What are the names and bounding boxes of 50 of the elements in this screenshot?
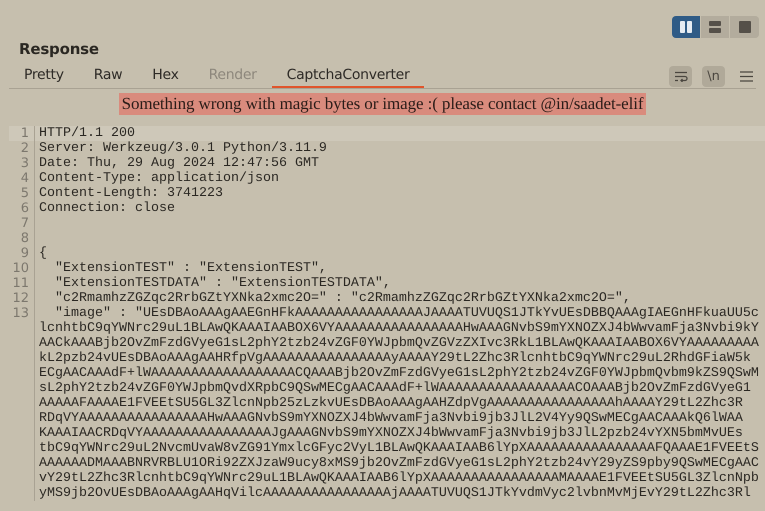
layout-rows-icon	[709, 21, 721, 33]
code-line: HTTP/1.1 200	[39, 126, 135, 141]
wrap-icon	[674, 70, 688, 82]
code-line: ECgAACAAAdF+lWAAAAAAAAAAAAAAAAAACQAAABjb2OvZmFzdGVyeG1sL2phY2tzb24vZGF0YWJpbmQvbm9kZS9QSwM	[39, 366, 759, 381]
code-line: RDqVYAAAAAAAAAAAAAAAAHwAAAGNvbS9mYXNOZXJ4bWwvamFja3Nvbi9jb3JlL2V4Yy9QSwMECgAACAAAkQ6lWAA	[39, 411, 743, 426]
code-line: "ExtensionTEST" : "ExtensionTEST",	[54, 261, 327, 276]
code-line: lcnhtbC9qYWNrc29uL1BLAwQKAAAIAABOX6VYAAAAAAAAAAAAAAAAHwAAAGNvbS9mYXNOZXJ4bWwvamFja3Nvbi9kY	[39, 321, 759, 336]
code-line: AAAAAADMAAABNRVRBLU1ORi92ZXJzaW9ucy8xMS9jb2OvZmFzdGVyeG1sL2phY2tzb24vY29yZS9pby9QSwMECgAAC	[39, 456, 759, 471]
code-line: Connection: close	[39, 201, 175, 216]
layout-single-icon	[738, 21, 750, 33]
tab[interactable]: Pretty	[9, 64, 79, 88]
line-number: 1	[20, 126, 29, 141]
line-number: 4	[20, 171, 29, 186]
code-line: kL2pzb24vUEsDBAoAAAgAAHRfpVgAAAAAAAAAAAAAAAAyAAAAY29tL2Zhc3RlcnhtbC9qYWNrc29uL2RhdGFiaW5k	[39, 351, 751, 366]
code-line: yMS9jb2OvUEsDBAoAAAgAAHqVilcAAAAAAAAAAAAAAAAjAAAATUVUQS1JTkYvdmVyc2lvbnMvMjEvY29tL2Zhc3Rl	[39, 486, 751, 501]
code-line: Date: Thu, 29 Aug 2024 12:47:56 GMT	[39, 156, 319, 171]
menu-icon	[740, 70, 753, 82]
line-number: 9	[20, 246, 29, 261]
line-number: 13	[12, 306, 29, 321]
code-line: Server: Werkzeug/3.0.1 Python/3.11.9	[39, 141, 327, 156]
tab[interactable]: Hex	[137, 64, 194, 88]
code-line: AACkAAABjb2OvZmFzdGVyeG1sL2phY2tzb24vZGF0YWJpbmQvZGVzZXIvc3RkL1BLAwQKAAAIAABOX6VYAAAAAAAAA	[39, 336, 759, 351]
line-number: 3	[20, 156, 29, 171]
code-line: vY29tL2Zhc3RlcnhtbC9qYWNrc29uL1BLAwQKAAAIAAB6lYpXAAAAAAAAAAAAAAAAMAAAAE1FVEEtSU5GL3ZlcnNpb	[39, 471, 759, 486]
tab[interactable]: Raw	[78, 64, 138, 88]
wrap-lines-button[interactable]	[669, 66, 692, 86]
code-line: Content-Length: 3741223	[39, 186, 223, 201]
code-line: tbC9qYWNrc29uL2NvcmUvaW8vZG91YmxlcGFyc2VyL1BLAwQKAAAIAAB6lYpXAAAAAAAAAAAAAAAAFQAAAE1FVEEtS	[39, 441, 759, 456]
code-line: "image" : "UEsDBAoAAAgAAEGnHFkAAAAAAAAAAAAAAAAJAAAATUVUQS1JTkYvUEsDBBQAAAgIAEGnHFkuaUU5c	[54, 306, 759, 321]
code-line: "c2RmamhzZGZqc2RrbGZtYXNka2xmc2O=" : "c2RmamhzZGZqc2RrbGZtYXNka2xmc2O=",	[54, 291, 631, 306]
error-banner: Something wrong with magic bytes or image :( please contact @in/saadet-elif	[118, 93, 646, 115]
code-line: AAAAAFAAAAE1FVEEtSU5GL3ZlcnNpb25zLzkvUEsDBAoAAAgAAHZdpVgAAAAAAAAAAAAAAAAhAAAAY29tL2Zhc3R	[39, 396, 743, 411]
layout-columns-icon	[680, 21, 692, 33]
code-line: Content-Type: application/json	[39, 171, 279, 186]
code-line: KAAAIAACRDqVYAAAAAAAAAAAAAAAAJgAAAGNvbS9mYXNOZXJ4bWwvamFja3Nvbi9jb3JlL2pzb24vYXN5bmMvUEs	[39, 426, 743, 441]
line-number: 2	[20, 141, 29, 156]
code-line: sL2phY2tzb24vZGF0YWJpbmQvdXRpbC9QSwMECgAACAAAdF+lWAAAAAAAAAAAAAAAAACOAAABjb2OvZmFzdGVyeG1	[39, 381, 751, 396]
line-number: 12	[12, 291, 29, 306]
layout-toggle-button[interactable]	[672, 16, 701, 38]
line-number: 10	[12, 261, 29, 276]
line-number: 11	[12, 276, 29, 291]
code-line: {	[39, 246, 47, 261]
code-line: "ExtensionTESTDATA" : "ExtensionTESTDATA",	[54, 276, 391, 291]
tab[interactable]: CaptchaConverter	[272, 64, 424, 88]
line-number: 8	[20, 231, 29, 246]
panel-title: Response	[19, 40, 100, 58]
line-number: 6	[20, 201, 29, 216]
newline-toggle-button[interactable]: \n	[702, 66, 725, 86]
line-number: 7	[20, 216, 29, 231]
line-number: 5	[20, 186, 29, 201]
